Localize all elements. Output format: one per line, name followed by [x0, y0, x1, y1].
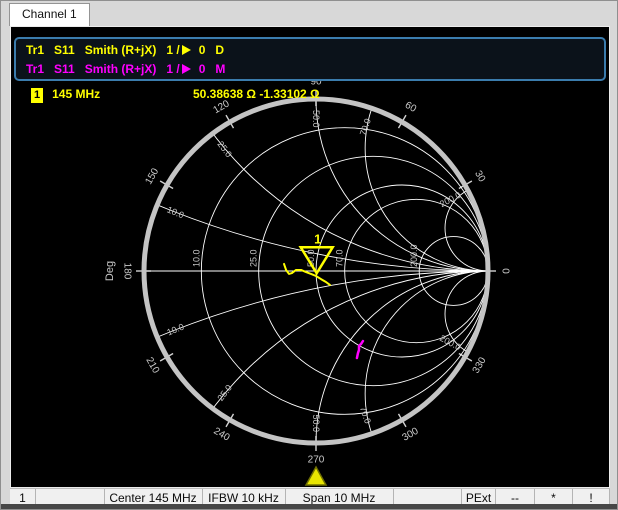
grid-label-x-+10: 10.0: [165, 204, 185, 220]
stimulus-marker-triangle-icon[interactable]: [306, 467, 326, 485]
degree-label-150: 150: [143, 166, 161, 186]
trace-mode: D: [215, 43, 224, 57]
degree-label-60: 60: [403, 100, 419, 115]
scale-triangle-icon: [182, 45, 191, 55]
trace-scale: 1 /: [166, 43, 179, 57]
degree-label-180: 180: [122, 263, 133, 280]
degree-label-300: 300: [401, 426, 421, 444]
scale-triangle-icon: [182, 64, 191, 74]
grid-label-r-10: 10.0: [191, 249, 201, 267]
trace-reference: 0: [199, 43, 206, 57]
trace-format: Smith (R+jX): [85, 62, 157, 76]
tab-channel-1[interactable]: Channel 1: [9, 3, 90, 26]
grid-label-x--10: 10.0: [165, 322, 185, 338]
grid-label-x--50: 50.0: [311, 414, 321, 432]
channel-tab-bar: Channel 1: [1, 1, 617, 26]
trace-parameter: S11: [54, 62, 75, 76]
trace-name: Tr1: [26, 62, 44, 76]
marker-readout: 1145 MHz 50.38638 Ω -1.33102 Ω: [31, 87, 100, 103]
trace-tr1-memory-curve[interactable]: [357, 341, 363, 358]
marker-number-badge: 1: [31, 88, 43, 103]
trace-parameter: S11: [54, 43, 75, 57]
grid-label-r-70: 70.0: [335, 249, 345, 267]
marker-frequency: 145 MHz: [52, 87, 100, 101]
vna-window: Channel 1 030609012015018021024027030033…: [0, 0, 618, 510]
window-bottom-edge: [1, 504, 617, 509]
trace-mode: M: [215, 62, 225, 76]
angle-unit-label: Deg: [104, 261, 116, 281]
marker-1-label: 1: [314, 232, 321, 247]
tab-label: Channel 1: [22, 7, 77, 21]
degree-label-0: 0: [500, 268, 511, 274]
grid-label-r-200: 200.0: [409, 244, 419, 267]
grid-label-x-+70: 70.0: [358, 117, 373, 137]
trace-legend-tr1-memory[interactable]: Tr1 S11 Smith (R+jX) 1 / 0M: [26, 60, 594, 79]
trace-info-box[interactable]: Tr1 S11 Smith (R+jX) 1 / 0D Tr1 S11 Smith (R+j…: [14, 37, 606, 81]
trace-name: Tr1: [26, 43, 44, 57]
marker-impedance-value: 50.38638 Ω -1.33102 Ω: [193, 87, 320, 101]
trace-reference: 0: [199, 62, 206, 76]
degree-label-30: 30: [472, 169, 487, 185]
degree-label-270: 270: [308, 455, 325, 466]
degree-label-210: 210: [143, 356, 161, 376]
diagram-area: 0306090120150180210240270300330Deg10.025…: [10, 26, 610, 488]
trace-scale: 1 /: [166, 62, 179, 76]
grid-label-r-25: 25.0: [249, 249, 259, 267]
trace-legend-tr1-data[interactable]: Tr1 S11 Smith (R+jX) 1 / 0D: [26, 41, 594, 60]
trace-format: Smith (R+jX): [85, 43, 157, 57]
grid-label-x--70: 70.0: [358, 405, 373, 425]
grid-label-x-+50: 50.0: [311, 110, 321, 128]
degree-label-330: 330: [471, 355, 489, 375]
degree-label-240: 240: [212, 426, 232, 444]
